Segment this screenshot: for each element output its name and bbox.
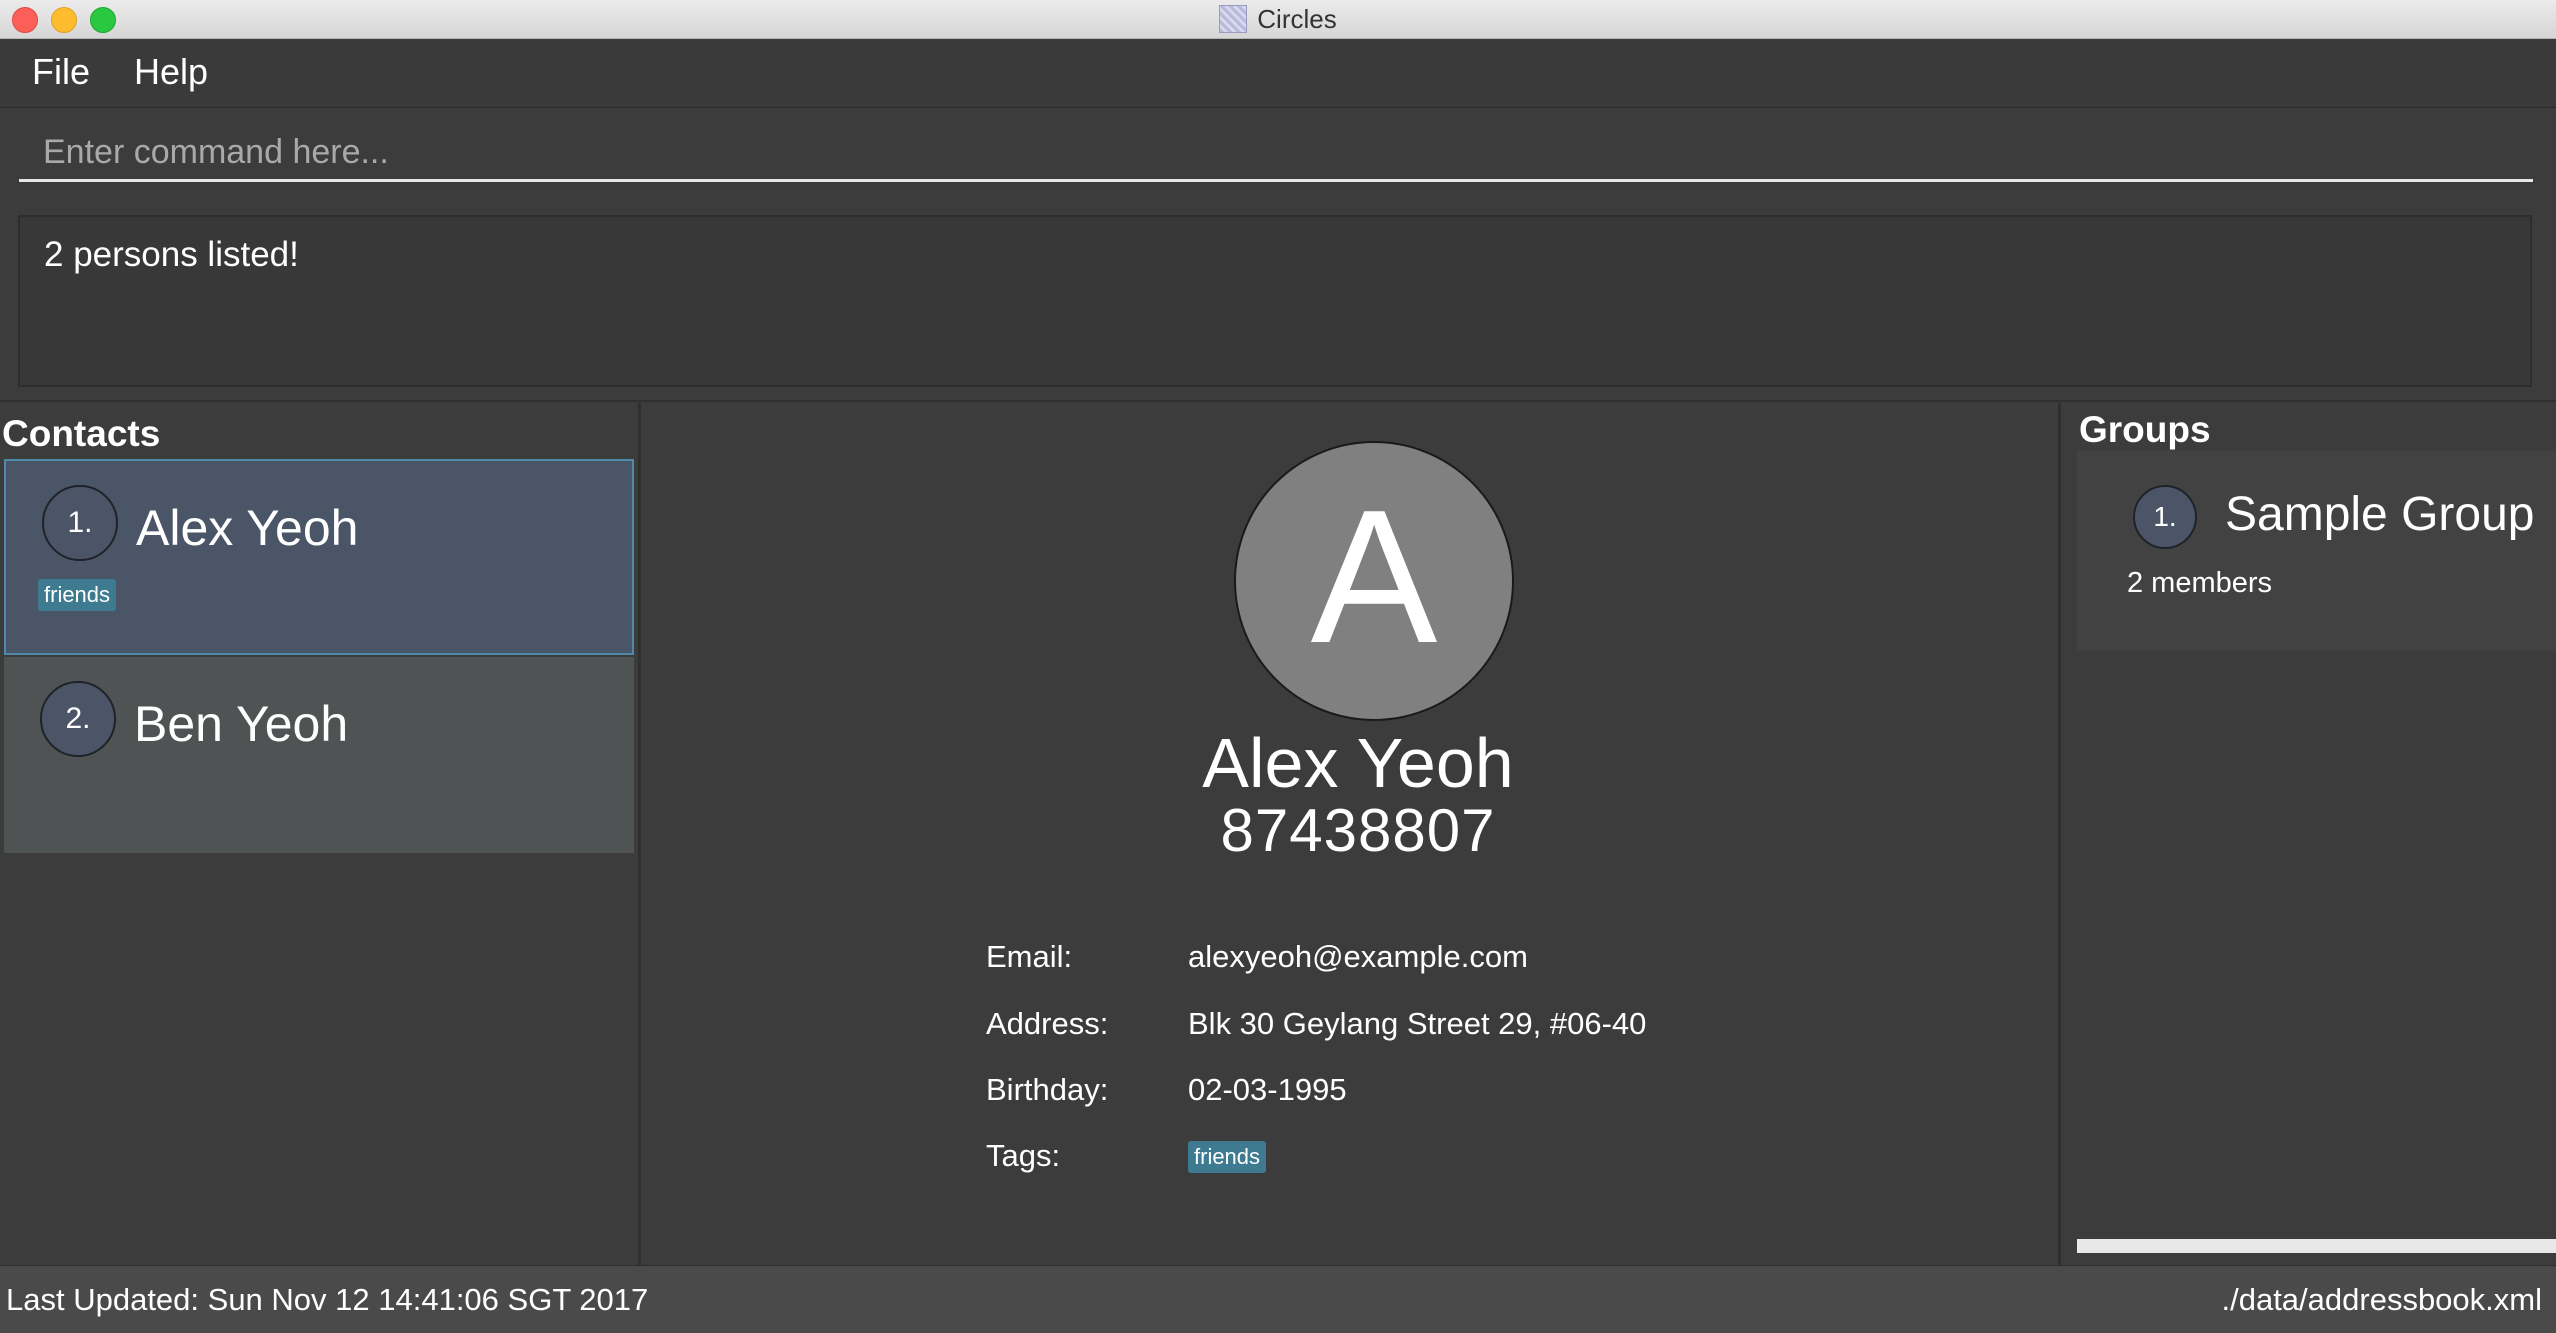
horizontal-scrollbar[interactable] (2077, 1239, 2556, 1253)
birthday-label: Birthday: (986, 1072, 1109, 1107)
group-name: Sample Group (2225, 488, 2535, 541)
email-label: Email: (986, 939, 1073, 974)
avatar: A (1234, 441, 1514, 721)
window-title: Circles (1257, 3, 1337, 34)
address-value: Blk 30 Geylang Street 29, #06-40 (1188, 1006, 1647, 1041)
window-title-bar: Circles (0, 0, 2556, 39)
email-value: alexyeoh@example.com (1188, 939, 1528, 974)
file-path-status: ./data/addressbook.xml (2221, 1282, 2542, 1317)
status-bar: Last Updated: Sun Nov 12 14:41:06 SGT 20… (0, 1265, 2556, 1333)
contact-index-badge: 2. (40, 681, 116, 757)
contact-index-badge: 1. (42, 485, 118, 561)
tags-label: Tags: (986, 1138, 1061, 1173)
contact-name: Ben Yeoh (134, 696, 349, 752)
contacts-heading: Contacts (2, 413, 161, 454)
detail-name: Alex Yeoh (1202, 724, 1514, 802)
group-member-count: 2 members (2127, 567, 2273, 599)
birthday-value: 02-03-1995 (1188, 1072, 1347, 1107)
menu-file[interactable]: File (32, 51, 90, 93)
groups-panel: Groups 1. Sample Group 2 members (2061, 403, 2556, 1265)
menu-bar: File Help (0, 39, 2556, 108)
person-details-panel: A Alex Yeoh 87438807 Email: alexyeoh@exa… (641, 403, 2058, 1265)
contacts-panel: Contacts 1. Alex Yeoh friends 2. Ben Yeo… (0, 403, 638, 1265)
result-message: 2 persons listed! (44, 235, 299, 274)
contact-tag: friends (38, 579, 117, 611)
contact-card[interactable]: 2. Ben Yeoh (4, 657, 634, 853)
group-card[interactable]: 1. Sample Group 2 members (2077, 451, 2556, 651)
result-display: 2 persons listed! (18, 215, 2532, 387)
window-title-wrap: Circles (0, 0, 2556, 38)
command-box (0, 108, 2556, 203)
groups-heading: Groups (2079, 409, 2211, 450)
address-label: Address: (986, 1006, 1109, 1041)
command-input[interactable] (19, 126, 2533, 182)
menu-help[interactable]: Help (134, 51, 208, 93)
detail-phone: 87438807 (1220, 797, 1496, 864)
avatar-letter: A (1310, 471, 1438, 683)
detail-tag: friends (1188, 1141, 1267, 1173)
group-index-badge: 1. (2133, 485, 2197, 549)
contact-card[interactable]: 1. Alex Yeoh friends (4, 459, 634, 655)
last-updated-status: Last Updated: Sun Nov 12 14:41:06 SGT 20… (6, 1282, 649, 1317)
divider (0, 400, 2556, 402)
contact-name: Alex Yeoh (136, 500, 359, 556)
app-icon (1219, 5, 1248, 33)
